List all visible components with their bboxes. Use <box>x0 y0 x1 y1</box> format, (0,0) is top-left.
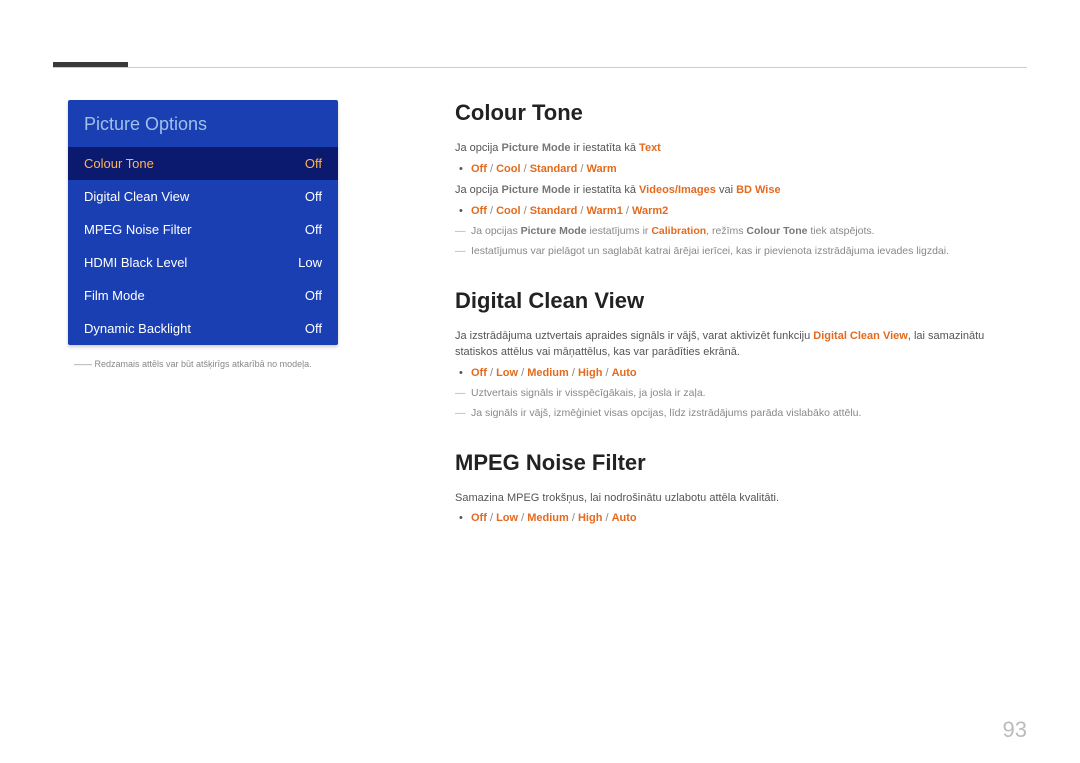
text: iestatījums ir <box>587 225 652 237</box>
text: , režīms <box>706 225 746 237</box>
text: ir iestatīta kā <box>571 142 639 154</box>
option-value: High <box>578 512 602 524</box>
text: vai <box>716 184 736 196</box>
page-number: 93 <box>1003 717 1027 743</box>
option-separator: / <box>518 512 527 524</box>
option-value: Cool <box>496 163 520 175</box>
option-value: Warm1 <box>587 205 623 217</box>
option-value: Off <box>471 205 487 217</box>
dcv-desc: Ja izstrādājuma uztvertais apraides sign… <box>455 328 1025 361</box>
menu-item-colour-tone[interactable]: Colour Tone Off <box>68 147 338 180</box>
picture-options-menu: Picture Options Colour ToneOffDigital Cl… <box>68 100 338 345</box>
menu-item-label: Film Mode <box>84 288 145 303</box>
term-bd-wise: BD Wise <box>736 184 781 196</box>
term-digital-clean-view: Digital Clean View <box>813 330 908 342</box>
option-separator: / <box>602 512 611 524</box>
menu-item-value: Off <box>305 156 322 171</box>
option-separator: / <box>569 512 578 524</box>
option-separator: / <box>602 367 611 379</box>
option-value: High <box>578 367 602 379</box>
header-rule <box>53 67 1027 68</box>
colour-tone-line2: Ja opcija Picture Mode ir iestatīta kā V… <box>455 182 1025 199</box>
option-separator: / <box>521 163 530 175</box>
option-separator: / <box>487 512 496 524</box>
menu-item-label: HDMI Black Level <box>84 255 187 270</box>
menu-item-value: Low <box>298 255 322 270</box>
term-colour-tone: Colour Tone <box>746 225 807 237</box>
colour-tone-options-1: Off / Cool / Standard / Warm <box>455 161 1025 179</box>
dcv-options: Off / Low / Medium / High / Auto <box>455 365 1025 383</box>
option-value: Low <box>496 512 518 524</box>
term-videos-images: Videos/Images <box>639 184 716 196</box>
menu-item-label: Colour Tone <box>84 156 154 171</box>
menu-item-dynamic-backlight[interactable]: Dynamic Backlight Off <box>68 312 338 345</box>
menu-item-film-mode[interactable]: Film Mode Off <box>68 279 338 312</box>
colour-tone-line1: Ja opcija Picture Mode ir iestatīta kā T… <box>455 140 1025 157</box>
option-separator: / <box>577 205 586 217</box>
option-value: Standard <box>530 205 578 217</box>
menu-item-label: MPEG Noise Filter <box>84 222 192 237</box>
colour-tone-note-2: Iestatījumus var pielāgot un saglabāt ka… <box>455 244 1025 260</box>
option-value: Auto <box>612 512 637 524</box>
option-value: Standard <box>530 163 578 175</box>
dcv-note-1: Uztvertais signāls ir visspēcīgākais, ja… <box>455 386 1025 402</box>
right-column: Colour Tone Ja opcija Picture Mode ir ie… <box>455 100 1025 532</box>
option-value: Low <box>496 367 518 379</box>
colour-tone-options-2: Off / Cool / Standard / Warm1 / Warm2 <box>455 203 1025 221</box>
menu-title: Picture Options <box>68 100 338 147</box>
option-separator: / <box>521 205 530 217</box>
term-picture-mode: Picture Mode <box>501 184 570 196</box>
menu-item-value: Off <box>305 222 322 237</box>
option-value: Cool <box>496 205 520 217</box>
term-text: Text <box>639 142 661 154</box>
option-separator: / <box>577 163 586 175</box>
menu-item-value: Off <box>305 321 322 336</box>
left-column: Picture Options Colour ToneOffDigital Cl… <box>68 100 338 369</box>
option-value: Off <box>471 512 487 524</box>
option-value: Auto <box>612 367 637 379</box>
text: Ja opcijas <box>471 225 521 237</box>
mpeg-options: Off / Low / Medium / High / Auto <box>455 510 1025 528</box>
text: tiek atspējots. <box>807 225 874 237</box>
menu-item-mpeg-noise-filter[interactable]: MPEG Noise Filter Off <box>68 213 338 246</box>
text: Ja opcija <box>455 142 501 154</box>
menu-item-label: Dynamic Backlight <box>84 321 191 336</box>
menu-footnote: ―― Redzamais attēls var būt atšķirīgs at… <box>68 359 338 369</box>
term-calibration: Calibration <box>651 225 706 237</box>
section-heading-digital-clean-view: Digital Clean View <box>455 288 1025 314</box>
menu-item-digital-clean-view[interactable]: Digital Clean View Off <box>68 180 338 213</box>
option-value: Medium <box>527 512 569 524</box>
menu-item-hdmi-black-level[interactable]: HDMI Black Level Low <box>68 246 338 279</box>
option-separator: / <box>623 205 632 217</box>
option-value: Off <box>471 163 487 175</box>
option-value: Off <box>471 367 487 379</box>
option-separator: / <box>487 205 496 217</box>
menu-item-value: Off <box>305 189 322 204</box>
option-value: Medium <box>527 367 569 379</box>
option-value: Warm <box>587 163 617 175</box>
section-heading-colour-tone: Colour Tone <box>455 100 1025 126</box>
section-heading-mpeg-noise-filter: MPEG Noise Filter <box>455 450 1025 476</box>
term-picture-mode: Picture Mode <box>521 225 587 237</box>
option-separator: / <box>518 367 527 379</box>
text: Ja izstrādājuma uztvertais apraides sign… <box>455 330 813 342</box>
option-separator: / <box>487 163 496 175</box>
mpeg-desc: Samazina MPEG trokšņus, lai nodrošinātu … <box>455 490 1025 507</box>
term-picture-mode: Picture Mode <box>501 142 570 154</box>
option-separator: / <box>487 367 496 379</box>
text: Ja opcija <box>455 184 501 196</box>
option-separator: / <box>569 367 578 379</box>
menu-item-label: Digital Clean View <box>84 189 189 204</box>
option-value: Warm2 <box>632 205 668 217</box>
colour-tone-note-1: Ja opcijas Picture Mode iestatījums ir C… <box>455 224 1025 240</box>
text: ir iestatīta kā <box>571 184 639 196</box>
menu-item-value: Off <box>305 288 322 303</box>
dcv-note-2: Ja signāls ir vājš, izmēģiniet visas opc… <box>455 406 1025 422</box>
